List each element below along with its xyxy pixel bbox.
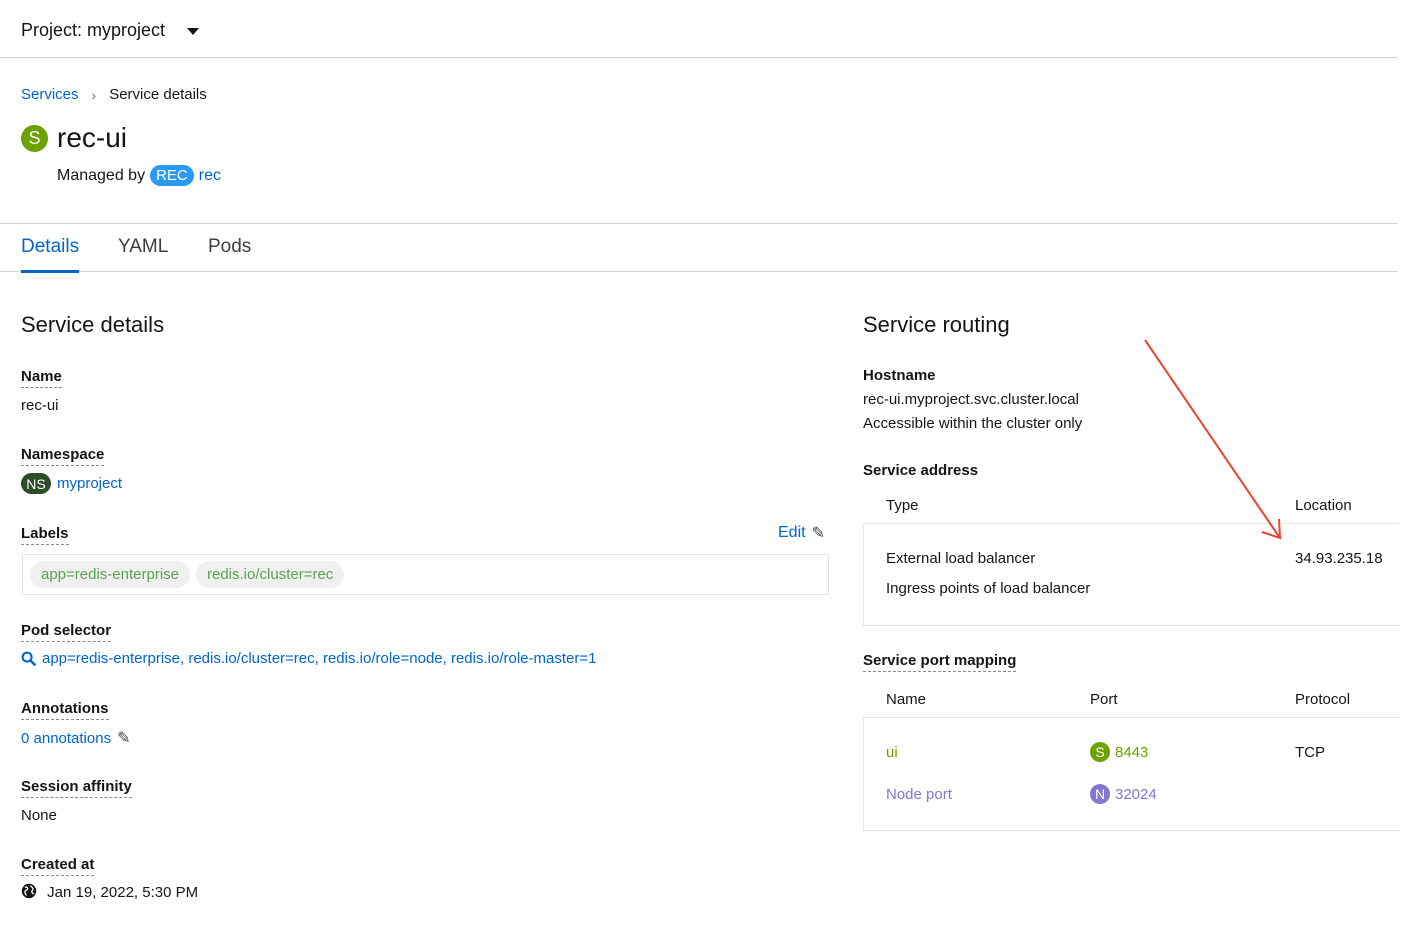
- globe-icon: [21, 883, 37, 899]
- node-port: N 32024: [1090, 784, 1157, 804]
- project-selector[interactable]: Project: myproject: [21, 20, 200, 41]
- chevron-right-icon: ›: [91, 86, 97, 103]
- pencil-icon: ✎: [811, 525, 825, 542]
- caret-down-icon: [187, 28, 200, 35]
- annotations-term: Annotations: [21, 700, 109, 720]
- label-chip[interactable]: app=redis-enterprise: [30, 561, 190, 588]
- port-protocol: TCP: [1295, 744, 1325, 761]
- labels-list: app=redis-enterprise redis.io/cluster=re…: [22, 554, 829, 595]
- name-term: Name: [21, 368, 62, 388]
- breadcrumb-services-link[interactable]: Services: [21, 86, 79, 103]
- namespace-value: NS myproject: [21, 473, 122, 494]
- pencil-icon[interactable]: ✎: [117, 728, 130, 748]
- node-port-badge: N: [1090, 784, 1110, 804]
- port-column-name: Name: [886, 691, 927, 708]
- pod-selector-link[interactable]: app=redis-enterprise, redis.io/cluster=r…: [21, 650, 596, 667]
- search-icon: [21, 651, 36, 666]
- hostname-value: rec-ui.myproject.svc.cluster.local: [863, 391, 1079, 408]
- breadcrumb: Services › Service details: [21, 86, 207, 103]
- created-term: Created at: [21, 856, 95, 876]
- tab-details[interactable]: Details: [21, 236, 80, 273]
- tab-bar: Details YAML Pods: [0, 223, 1398, 273]
- address-column-location: Location: [1295, 497, 1352, 514]
- port-name-ui: ui: [886, 744, 898, 761]
- port-column-protocol: Protocol: [1295, 691, 1351, 708]
- address-type-note: Ingress points of load balancer: [886, 580, 1091, 597]
- port-mapping-term: Service port mapping: [863, 652, 1017, 672]
- service-routing-heading: Service routing: [863, 312, 1010, 337]
- annotations-value: 0 annotations ✎: [21, 728, 130, 748]
- project-bar: Project: myproject: [0, 0, 1398, 58]
- owner-kind-badge: REC: [150, 165, 194, 186]
- address-type: External load balancer: [886, 550, 1036, 567]
- port-ui: S 8443: [1090, 742, 1148, 762]
- port-name-nodeport: Node port: [886, 786, 952, 803]
- managed-by-prefix: Managed by: [57, 166, 146, 184]
- node-port-number: 32024: [1115, 785, 1157, 803]
- labels-edit-button[interactable]: Edit ✎: [778, 523, 825, 543]
- address-row: [863, 523, 1399, 626]
- created-date: Jan 19, 2022, 5:30 PM: [47, 884, 199, 901]
- labels-term: Labels: [21, 525, 69, 545]
- tab-yaml[interactable]: YAML: [118, 236, 168, 258]
- port-number: 8443: [1115, 743, 1149, 761]
- service-address-term: Service address: [863, 462, 979, 479]
- managed-by: Managed by REC rec: [57, 165, 221, 186]
- created-value: Jan 19, 2022, 5:30 PM: [21, 883, 198, 901]
- hostname-note: Accessible within the cluster only: [863, 415, 1083, 432]
- page-heading: S rec-ui: [21, 122, 127, 154]
- tab-pods[interactable]: Pods: [208, 236, 251, 258]
- port-column-port: Port: [1090, 691, 1118, 708]
- pod-selector-term: Pod selector: [21, 622, 112, 642]
- name-value: rec-ui: [21, 397, 59, 414]
- service-badge: S: [21, 124, 48, 152]
- service-port-badge: S: [1090, 742, 1110, 762]
- pod-selector-value: app=redis-enterprise, redis.io/cluster=r…: [42, 650, 597, 667]
- project-label: Project: myproject: [21, 20, 166, 40]
- breadcrumb-current: Service details: [109, 86, 207, 103]
- namespace-link[interactable]: myproject: [57, 475, 122, 492]
- session-affinity-value: None: [21, 807, 57, 824]
- annotations-link[interactable]: 0 annotations: [21, 730, 111, 747]
- address-column-type: Type: [886, 497, 919, 514]
- port-table: [863, 717, 1399, 831]
- namespace-badge: NS: [21, 473, 51, 494]
- page-title: rec-ui: [57, 122, 128, 153]
- edit-label: Edit: [778, 524, 806, 541]
- label-chip[interactable]: redis.io/cluster=rec: [196, 561, 345, 588]
- address-location: 34.93.235.18: [1295, 550, 1383, 567]
- session-affinity-term: Session affinity: [21, 778, 132, 798]
- annotation-arrow-icon: [1144, 339, 1282, 540]
- namespace-term: Namespace: [21, 446, 105, 466]
- owner-link[interactable]: rec: [199, 167, 221, 185]
- hostname-term: Hostname: [863, 367, 936, 384]
- service-details-heading: Service details: [21, 312, 165, 337]
